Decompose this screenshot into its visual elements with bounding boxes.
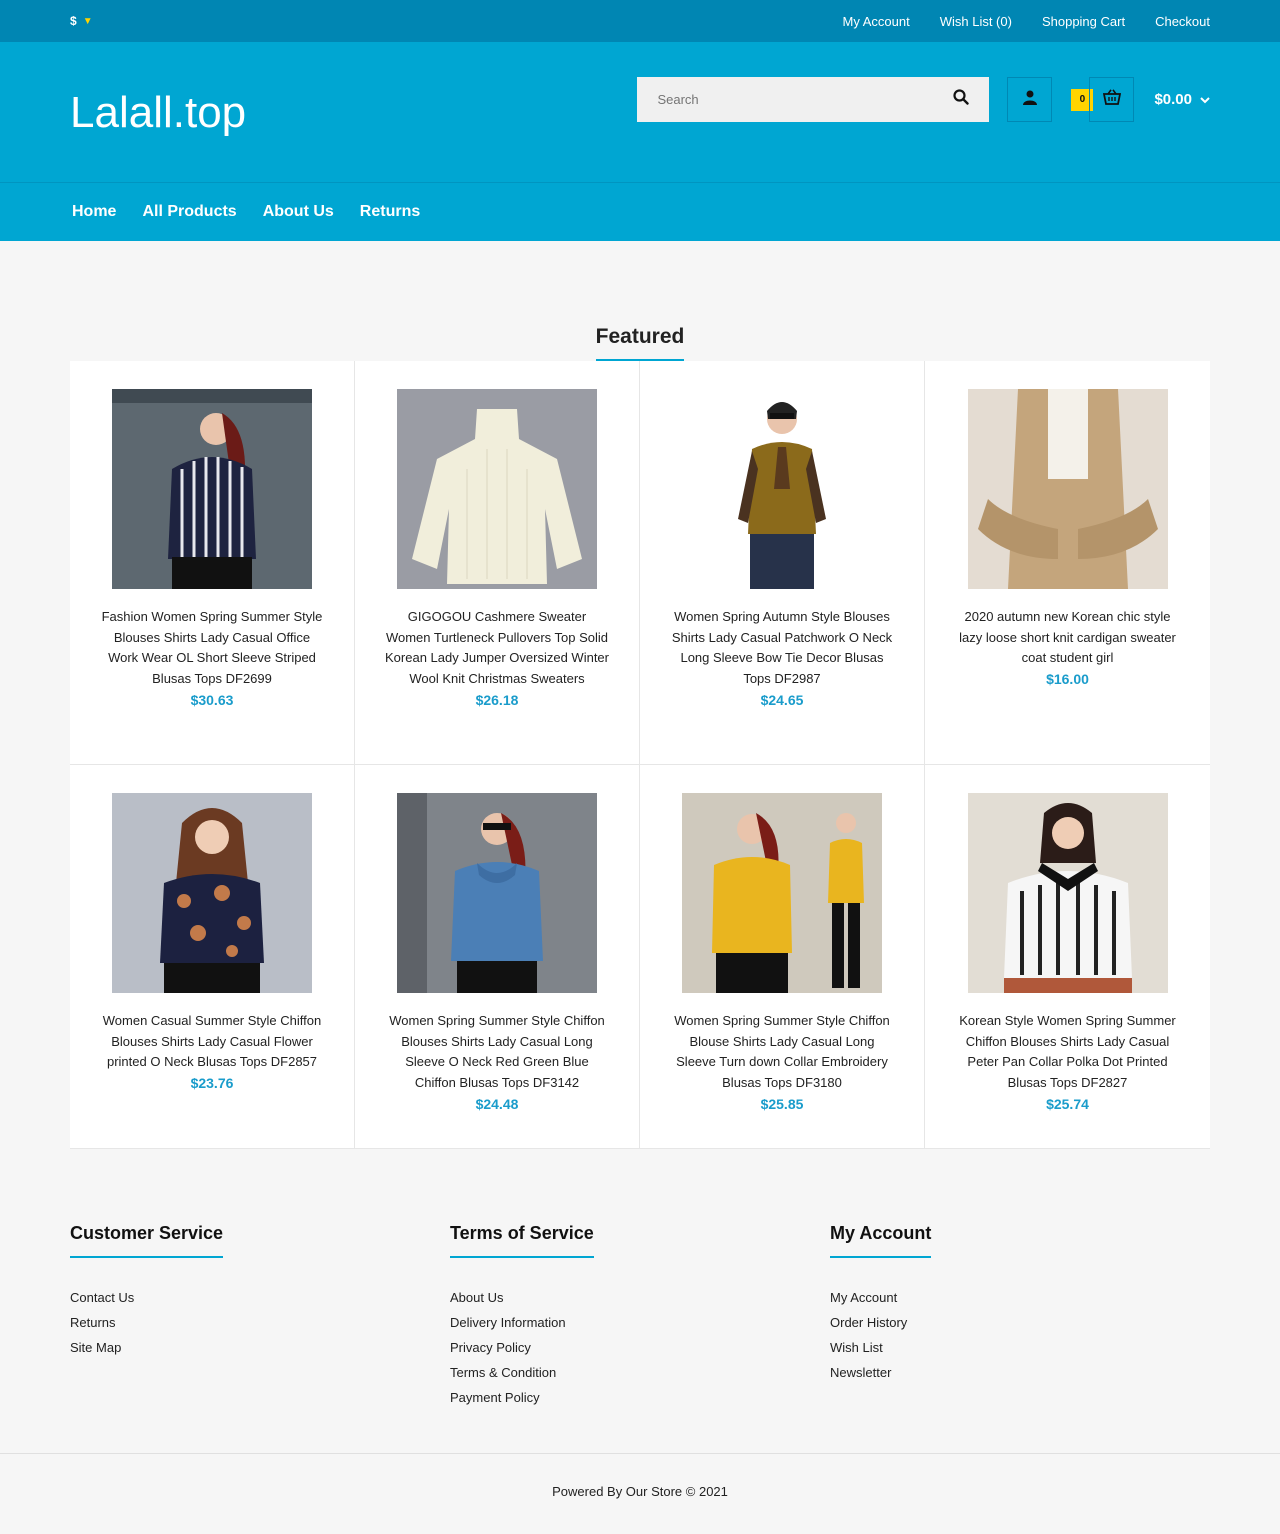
product-name[interactable]: GIGOGOU Cashmere Sweater Women Turtlenec…	[381, 607, 613, 690]
footer-link-payment-policy[interactable]: Payment Policy	[450, 1385, 830, 1410]
product-price: $24.65	[760, 691, 804, 708]
product-name[interactable]: 2020 autumn new Korean chic style lazy l…	[951, 607, 1184, 669]
product-price: $26.18	[475, 691, 519, 708]
product-price: $24.48	[475, 1095, 519, 1112]
product-card[interactable]: GIGOGOU Cashmere Sweater Women Turtlenec…	[355, 361, 640, 765]
product-card[interactable]: Women Casual Summer Style Chiffon Blouse…	[70, 765, 355, 1149]
footer-my-account: My Account My Account Order History Wish…	[830, 1223, 1210, 1453]
footer-link-newsletter[interactable]: Newsletter	[830, 1360, 1210, 1385]
product-image[interactable]	[397, 389, 597, 589]
footer-link-terms-condition[interactable]: Terms & Condition	[450, 1360, 830, 1385]
cart-widget[interactable]: 0 $0.00	[1071, 77, 1210, 122]
footer-terms: Terms of Service About Us Delivery Infor…	[450, 1223, 830, 1453]
product-card[interactable]: Women Spring Summer Style Chiffon Blouse…	[640, 765, 925, 1149]
footer-link-wish-list[interactable]: Wish List	[830, 1335, 1210, 1360]
main-nav: Home All Products About Us Returns	[0, 182, 1280, 241]
product-price: $25.85	[760, 1095, 804, 1112]
search-input[interactable]	[657, 92, 918, 107]
product-name[interactable]: Women Spring Summer Style Chiffon Blouse…	[666, 1011, 898, 1094]
store-logo[interactable]: Lalall.top	[70, 88, 246, 138]
top-bar: $ ▼ My Account Wish List (0) Shopping Ca…	[0, 0, 1280, 42]
product-image[interactable]	[397, 793, 597, 993]
product-price: $23.76	[190, 1075, 234, 1092]
product-image[interactable]	[112, 793, 312, 993]
product-image[interactable]	[682, 793, 882, 993]
currency-symbol: $	[70, 14, 77, 28]
nav-all-products[interactable]: All Products	[142, 203, 236, 221]
product-image[interactable]	[112, 389, 312, 589]
site-header: Lalall.top 0 $0.00	[0, 42, 1280, 182]
footer-link-delivery-information[interactable]: Delivery Information	[450, 1310, 830, 1335]
product-card[interactable]: Fashion Women Spring Summer Style Blouse…	[70, 361, 355, 765]
footer-link-about-us[interactable]: About Us	[450, 1285, 830, 1310]
cart-button[interactable]	[1089, 77, 1135, 122]
wish-list-link[interactable]: Wish List (0)	[940, 14, 1012, 29]
product-card[interactable]: Women Spring Summer Style Chiffon Blouse…	[355, 765, 640, 1149]
header-actions: 0 $0.00	[637, 77, 1210, 122]
footer-links: Customer Service Contact Us Returns Site…	[0, 1149, 1280, 1453]
product-image[interactable]	[967, 793, 1168, 993]
cart-total-amount: $0.00	[1154, 91, 1192, 108]
footer-heading: My Account	[830, 1223, 932, 1258]
nav-about-us[interactable]: About Us	[263, 203, 334, 221]
footer-link-my-account[interactable]: My Account	[830, 1285, 1210, 1310]
copyright-text: Powered By Our Store © 2021	[552, 1484, 728, 1499]
footer-heading: Customer Service	[70, 1223, 224, 1258]
cart-total[interactable]: $0.00	[1154, 91, 1210, 108]
search-bar	[637, 77, 990, 122]
footer-link-privacy-policy[interactable]: Privacy Policy	[450, 1335, 830, 1360]
nav-home[interactable]: Home	[72, 203, 116, 221]
footer-heading: Terms of Service	[450, 1223, 594, 1258]
chevron-down-icon	[1200, 91, 1210, 108]
product-price: $16.00	[1046, 671, 1089, 688]
product-price: $30.63	[190, 691, 234, 708]
product-price: $25.74	[1046, 1095, 1089, 1112]
product-image[interactable]	[682, 389, 882, 589]
section-title: Featured	[595, 325, 685, 361]
footer-customer-service: Customer Service Contact Us Returns Site…	[70, 1223, 450, 1453]
my-account-link[interactable]: My Account	[843, 14, 910, 29]
footer-link-site-map[interactable]: Site Map	[70, 1335, 450, 1360]
product-card[interactable]: 2020 autumn new Korean chic style lazy l…	[925, 361, 1210, 765]
top-links: My Account Wish List (0) Shopping Cart C…	[843, 14, 1210, 29]
nav-returns[interactable]: Returns	[360, 203, 420, 221]
currency-selector[interactable]: $ ▼	[70, 14, 93, 28]
product-grid: Fashion Women Spring Summer Style Blouse…	[70, 361, 1210, 1149]
product-name[interactable]: Fashion Women Spring Summer Style Blouse…	[96, 607, 328, 690]
search-icon[interactable]	[953, 89, 970, 110]
product-card[interactable]: Women Spring Autumn Style Blouses Shirts…	[640, 361, 925, 765]
checkout-link[interactable]: Checkout	[1155, 14, 1210, 29]
main-content: Featured Fashion Women Spring Summer Sty…	[0, 241, 1280, 1149]
footer-link-order-history[interactable]: Order History	[830, 1310, 1210, 1335]
basket-icon	[1102, 89, 1122, 110]
product-image[interactable]	[967, 389, 1168, 589]
product-name[interactable]: Korean Style Women Spring Summer Chiffon…	[951, 1011, 1184, 1094]
footer-link-contact-us[interactable]: Contact Us	[70, 1285, 450, 1310]
chevron-down-icon: ▼	[82, 15, 93, 27]
account-button[interactable]	[1007, 77, 1053, 122]
featured-heading: Featured	[70, 325, 1210, 361]
footer-link-returns[interactable]: Returns	[70, 1310, 450, 1335]
product-name[interactable]: Women Spring Autumn Style Blouses Shirts…	[666, 607, 898, 690]
copyright-bar: Powered By Our Store © 2021	[0, 1453, 1280, 1529]
product-name[interactable]: Women Spring Summer Style Chiffon Blouse…	[381, 1011, 613, 1094]
product-card[interactable]: Korean Style Women Spring Summer Chiffon…	[925, 765, 1210, 1149]
product-name[interactable]: Women Casual Summer Style Chiffon Blouse…	[96, 1011, 328, 1073]
user-icon	[1022, 89, 1037, 110]
shopping-cart-link[interactable]: Shopping Cart	[1042, 14, 1125, 29]
